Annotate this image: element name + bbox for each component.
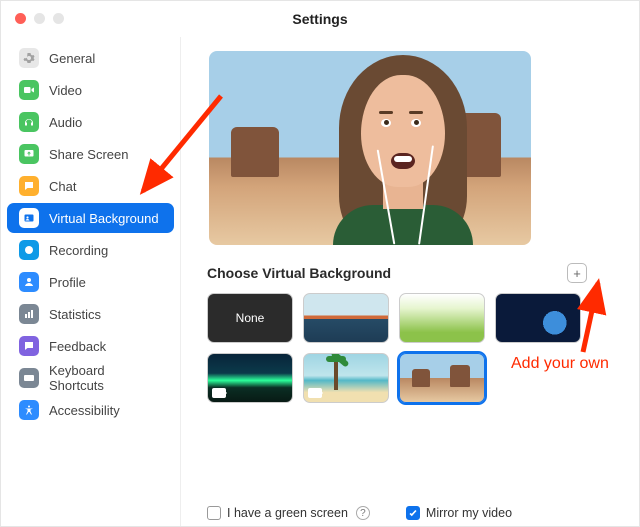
sidebar-item-label: General: [49, 51, 95, 66]
bg-thumb-earth-space[interactable]: [495, 293, 581, 343]
sidebar-item-feedback[interactable]: Feedback: [7, 331, 174, 361]
sidebar-item-label: Accessibility: [49, 403, 120, 418]
record-icon: [19, 240, 39, 260]
user-icon: [19, 272, 39, 292]
content-pane: Choose Virtual Background + None I have …: [181, 37, 639, 526]
person-card-icon: [19, 208, 39, 228]
sidebar-item-label: Statistics: [49, 307, 101, 322]
sidebar-item-label: Audio: [49, 115, 82, 130]
checkbox-icon: [406, 506, 420, 520]
bg-thumb-golden-gate[interactable]: [303, 293, 389, 343]
sidebar-item-label: Keyboard Shortcuts: [49, 363, 162, 393]
close-window-button[interactable]: [15, 13, 26, 24]
preview-scenery: [231, 127, 279, 177]
bg-thumb-desert[interactable]: [399, 353, 485, 403]
sidebar-item-general[interactable]: General: [7, 43, 174, 73]
sidebar-item-chat[interactable]: Chat: [7, 171, 174, 201]
thumb-decoration: [334, 360, 338, 390]
mirror-video-checkbox[interactable]: Mirror my video: [406, 506, 512, 520]
chat-icon: [19, 176, 39, 196]
sidebar-item-statistics[interactable]: Statistics: [7, 299, 174, 329]
sidebar-item-label: Feedback: [49, 339, 106, 354]
sidebar-item-label: Video: [49, 83, 82, 98]
options-row: I have a green screen ? Mirror my video: [207, 506, 512, 520]
checkbox-icon: [207, 506, 221, 520]
accessibility-icon: [19, 400, 39, 420]
window-controls: [15, 13, 64, 24]
sidebar-item-label: Virtual Background: [49, 211, 159, 226]
bg-thumb-none[interactable]: None: [207, 293, 293, 343]
maximize-window-button[interactable]: [53, 13, 64, 24]
video-preview: [209, 51, 531, 245]
share-icon: [19, 144, 39, 164]
bg-thumb-aurora[interactable]: [207, 353, 293, 403]
titlebar: Settings: [1, 1, 639, 37]
sidebar-item-virtual-background[interactable]: Virtual Background: [7, 203, 174, 233]
help-icon[interactable]: ?: [356, 506, 370, 520]
preview-person: [305, 51, 491, 245]
sidebar-item-profile[interactable]: Profile: [7, 267, 174, 297]
background-thumbnails: None: [207, 293, 591, 403]
settings-sidebar: General Video Audio Share Screen Chat Virtual…: [1, 37, 181, 526]
sidebar-item-label: Share Screen: [49, 147, 129, 162]
main-area: General Video Audio Share Screen Chat Virtual…: [1, 37, 639, 526]
video-icon: [212, 388, 226, 398]
sidebar-item-label: Chat: [49, 179, 76, 194]
add-background-button[interactable]: +: [567, 263, 587, 283]
sidebar-item-share-screen[interactable]: Share Screen: [7, 139, 174, 169]
window-title: Settings: [292, 11, 347, 27]
bg-thumb-grass[interactable]: [399, 293, 485, 343]
stats-icon: [19, 304, 39, 324]
headphones-icon: [19, 112, 39, 132]
keyboard-icon: [19, 368, 39, 388]
gear-icon: [19, 48, 39, 68]
sidebar-item-video[interactable]: Video: [7, 75, 174, 105]
sidebar-item-label: Recording: [49, 243, 108, 258]
sidebar-item-label: Profile: [49, 275, 86, 290]
video-icon: [308, 388, 322, 398]
plus-icon: +: [573, 266, 581, 281]
sidebar-item-accessibility[interactable]: Accessibility: [7, 395, 174, 425]
checkbox-label: Mirror my video: [426, 506, 512, 520]
sidebar-item-audio[interactable]: Audio: [7, 107, 174, 137]
checkbox-label: I have a green screen: [227, 506, 348, 520]
video-icon: [19, 80, 39, 100]
green-screen-checkbox[interactable]: I have a green screen ?: [207, 506, 370, 520]
section-header: Choose Virtual Background +: [207, 263, 587, 283]
minimize-window-button[interactable]: [34, 13, 45, 24]
thumb-label: None: [236, 311, 265, 325]
sidebar-item-recording[interactable]: Recording: [7, 235, 174, 265]
section-title: Choose Virtual Background: [207, 265, 391, 281]
feedback-icon: [19, 336, 39, 356]
bg-thumb-beach[interactable]: [303, 353, 389, 403]
sidebar-item-keyboard-shortcuts[interactable]: Keyboard Shortcuts: [7, 363, 174, 393]
